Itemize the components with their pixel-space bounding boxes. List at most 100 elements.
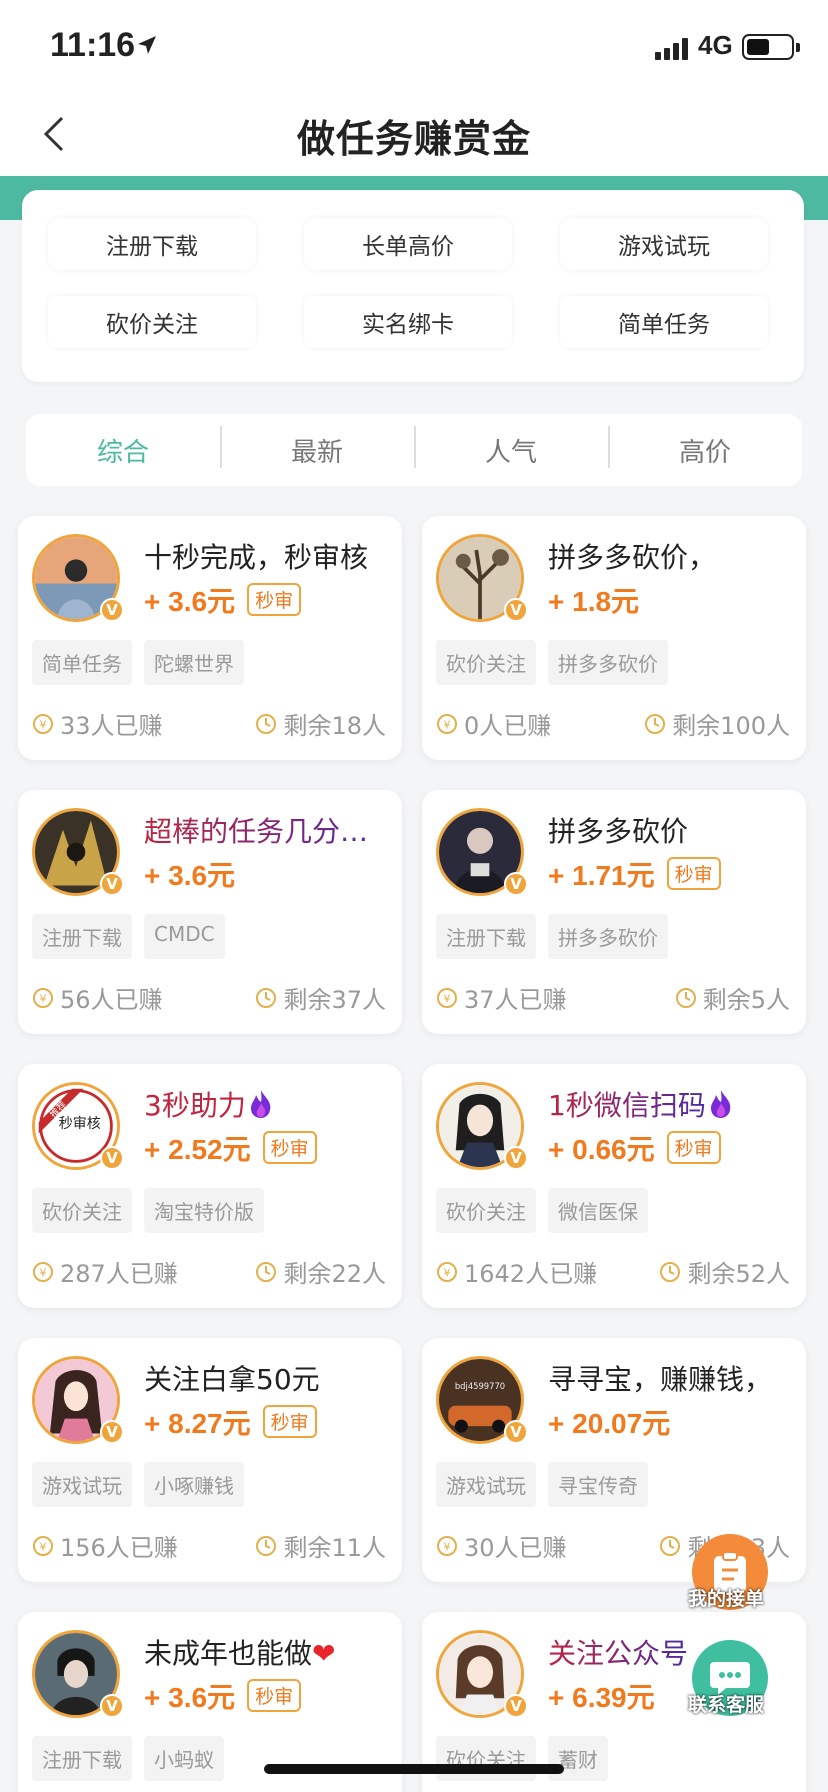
- nav-bar: 做任务赚赏金: [0, 96, 828, 176]
- task-tag: 陀螺世界: [144, 640, 244, 685]
- contact-service-label: 联系客服: [688, 1694, 765, 1716]
- task-tag: 注册下载: [32, 1736, 132, 1781]
- task-tag: 砍价关注: [436, 1188, 536, 1233]
- task-card[interactable]: V 1秒微信扫码 + 0.66元 秒审 砍价关注 微信医保 1642人已赚 剩余5…: [422, 1064, 806, 1308]
- task-tag: 拼多多砍价: [548, 914, 668, 959]
- fast-review-badge: 秒审: [247, 1679, 302, 1712]
- status-bar: 11:16 4G: [0, 0, 828, 96]
- verified-badge: V: [504, 1694, 528, 1718]
- task-card[interactable]: V 拼多多砍价 + 1.71元 秒审 注册下载 拼多多砍价 37人已赚 剩余5人: [422, 790, 806, 1034]
- task-tag: 游戏试玩: [436, 1462, 536, 1507]
- category-game-trial[interactable]: 游戏试玩: [560, 218, 768, 270]
- verified-badge: V: [504, 872, 528, 896]
- remaining-count: 剩余52人: [659, 1254, 790, 1289]
- coin-icon: [32, 1261, 54, 1283]
- task-price: + 3.6元 秒审: [144, 580, 302, 620]
- task-price: + 1.8元: [548, 586, 640, 617]
- category-long-high-price[interactable]: 长单高价: [304, 218, 512, 270]
- tab-newest[interactable]: 最新: [220, 425, 414, 469]
- verified-badge: V: [100, 872, 124, 896]
- my-orders-label: 我的接单: [688, 1588, 765, 1610]
- earned-count: 0人已赚: [436, 706, 551, 741]
- task-card[interactable]: V 十秒完成，秒审核 + 3.6元 秒审 简单任务 陀螺世界 33人已赚 剩余18…: [18, 516, 402, 760]
- clock-icon: [255, 987, 277, 1009]
- task-tag: 砍价关注: [436, 640, 536, 685]
- remaining-count: 剩余37人: [255, 980, 386, 1015]
- task-card[interactable]: V 超棒的任务几分钟完成 + 3.6元 注册下载 CMDC 56人已赚 剩余37…: [18, 790, 402, 1034]
- fast-review-badge: 秒审: [247, 583, 302, 616]
- task-title: 关注白拿50元: [144, 1363, 320, 1396]
- task-title: 超棒的任务几分钟完成: [144, 810, 392, 850]
- task-price: + 1.71元 秒审: [548, 854, 721, 894]
- flame-icon: [248, 1089, 274, 1119]
- task-price: + 3.6元: [144, 860, 236, 891]
- clock-icon: [659, 1261, 681, 1283]
- category-register-download[interactable]: 注册下载: [48, 218, 256, 270]
- network-type: 4G: [698, 30, 733, 60]
- clock-icon: [255, 1261, 277, 1283]
- task-price: + 6.39元: [548, 1682, 655, 1713]
- fast-review-badge: 秒审: [262, 1405, 317, 1438]
- verified-badge: V: [100, 1146, 124, 1170]
- earned-count: 287人已赚: [32, 1254, 178, 1289]
- verified-badge: V: [100, 598, 124, 622]
- coin-icon: [32, 713, 54, 735]
- task-price: + 3.6元 秒审: [144, 1676, 302, 1716]
- coin-icon: [32, 987, 54, 1009]
- coin-icon: [436, 1535, 458, 1557]
- task-tag: 注册下载: [436, 914, 536, 959]
- category-simple-task[interactable]: 简单任务: [560, 296, 768, 348]
- task-tag: 微信医保: [548, 1188, 648, 1233]
- page-title: 做任务赚赏金: [296, 117, 531, 161]
- status-time: 11:16: [50, 26, 136, 64]
- location-arrow-icon: [138, 36, 156, 54]
- avatar-plate-text: bdj4599770: [455, 1381, 505, 1391]
- remaining-count: 剩余100人: [644, 706, 790, 741]
- task-title: 拼多多砍价: [548, 815, 689, 848]
- task-tag: 淘宝特价版: [144, 1188, 264, 1233]
- verified-badge: V: [504, 598, 528, 622]
- category-bargain-follow[interactable]: 砍价关注: [48, 296, 256, 348]
- remaining-count: 剩余5人: [675, 980, 790, 1015]
- task-tag: 小啄赚钱: [144, 1462, 244, 1507]
- fast-review-badge: 秒审: [666, 857, 721, 890]
- verified-badge: V: [100, 1420, 124, 1444]
- flame-icon: [708, 1089, 734, 1119]
- heart-icon: ❤: [312, 1637, 336, 1670]
- category-realname-card[interactable]: 实名绑卡: [304, 296, 512, 348]
- earned-count: 37人已赚: [436, 980, 567, 1015]
- task-title: 3秒助力: [144, 1084, 392, 1124]
- clock-icon: [255, 1535, 277, 1557]
- task-tag: 游戏试玩: [32, 1462, 132, 1507]
- task-price: + 8.27元 秒审: [144, 1402, 317, 1442]
- coin-icon: [32, 1535, 54, 1557]
- tab-comprehensive[interactable]: 综合: [26, 432, 220, 469]
- task-tag: CMDC: [144, 914, 225, 959]
- task-tag: 小蚂蚁: [144, 1736, 224, 1781]
- task-title: 1秒微信扫码: [548, 1084, 796, 1124]
- earned-count: 1642人已赚: [436, 1254, 597, 1289]
- verified-badge: V: [504, 1420, 528, 1444]
- task-tag: 砍价关注: [436, 1736, 536, 1781]
- clock-icon: [675, 987, 697, 1009]
- clock-icon: [659, 1535, 681, 1557]
- task-card[interactable]: V 拼多多砍价， + 1.8元 砍价关注 拼多多砍价 0人已赚 剩余100人: [422, 516, 806, 760]
- task-title: 十秒完成，秒审核: [144, 541, 369, 574]
- fast-review-badge: 秒审: [666, 1131, 721, 1164]
- task-tag: 拼多多砍价: [548, 640, 668, 685]
- home-indicator: [264, 1764, 564, 1774]
- task-tag: 注册下载: [32, 914, 132, 959]
- signal-icon: [655, 38, 688, 60]
- task-price: + 2.52元 秒审: [144, 1128, 317, 1168]
- earned-count: 30人已赚: [436, 1528, 567, 1563]
- task-tag: 简单任务: [32, 640, 132, 685]
- tab-popular[interactable]: 人气: [414, 425, 608, 469]
- task-card[interactable]: 推荐 秒审核 V 3秒助力 + 2.52元 秒审 砍价关注 淘宝特价版 287人已赚…: [18, 1064, 402, 1308]
- verified-badge: V: [100, 1694, 124, 1718]
- tab-high-price[interactable]: 高价: [608, 425, 802, 469]
- task-price: + 0.66元 秒审: [548, 1128, 721, 1168]
- coin-icon: [436, 987, 458, 1009]
- task-tag: 蓄财: [548, 1736, 608, 1781]
- earned-count: 56人已赚: [32, 980, 163, 1015]
- task-card[interactable]: V 关注白拿50元 + 8.27元 秒审 游戏试玩 小啄赚钱 156人已赚 剩余1…: [18, 1338, 402, 1582]
